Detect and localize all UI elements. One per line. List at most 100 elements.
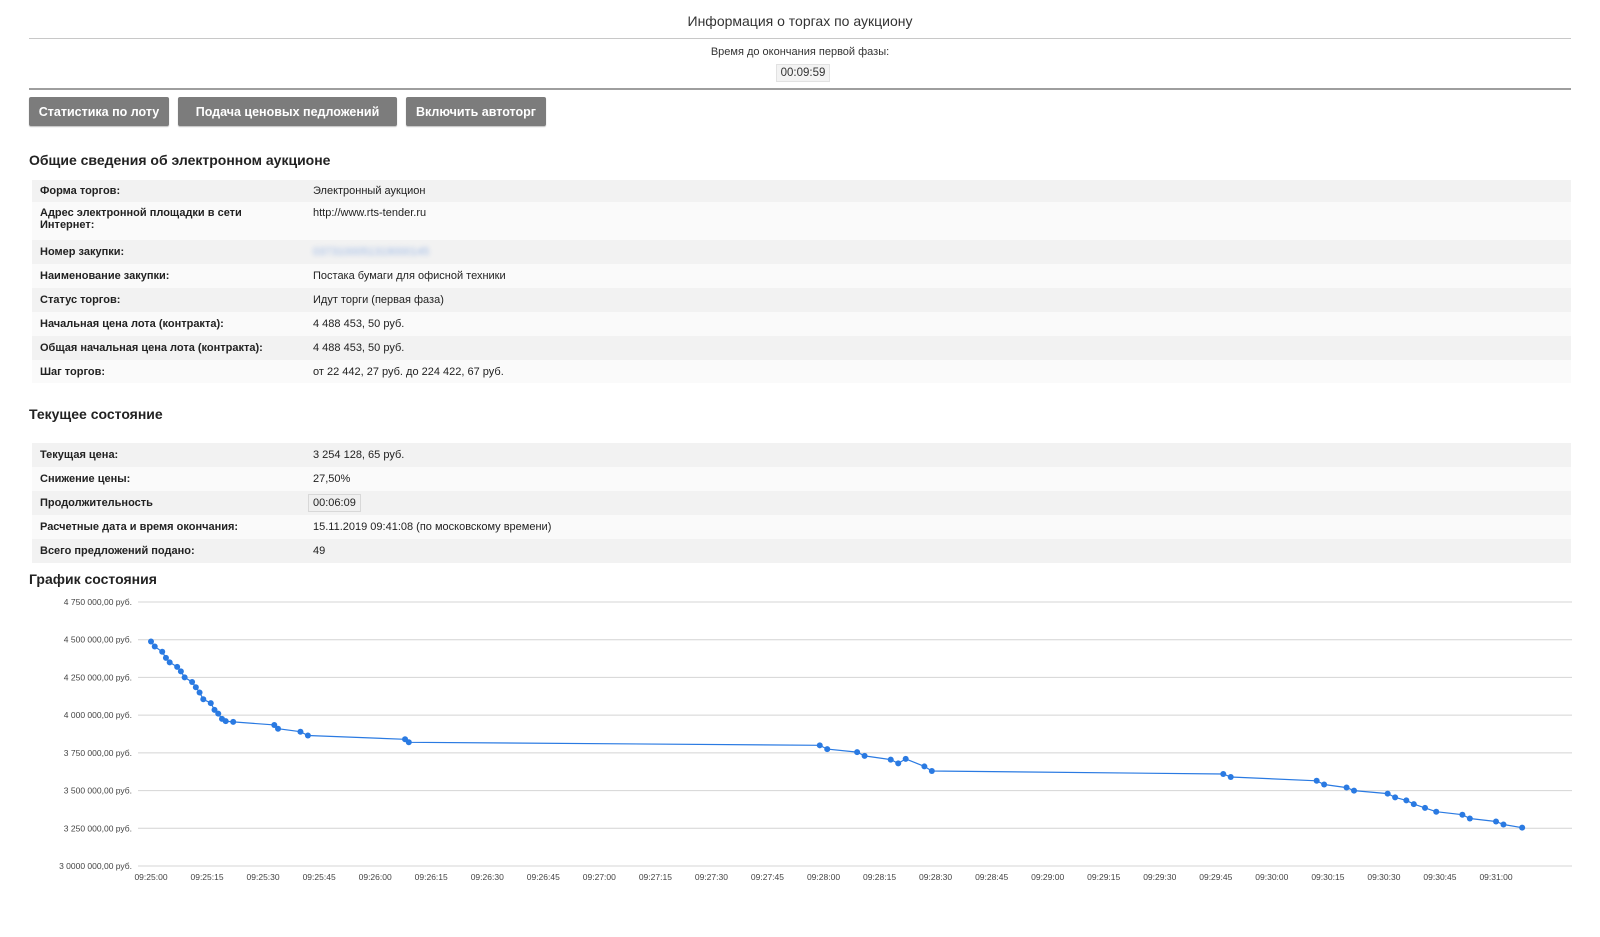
data-point[interactable]	[921, 763, 928, 770]
data-point[interactable]	[189, 678, 196, 685]
x-tick-label: 09:26:15	[415, 872, 448, 882]
data-point[interactable]	[200, 696, 207, 703]
y-tick-label: 4 250 000,00 руб.	[64, 672, 132, 682]
duration-timer: 00:06:09	[308, 494, 361, 512]
data-point[interactable]	[151, 643, 158, 650]
data-point[interactable]	[1384, 790, 1391, 797]
x-tick-label: 09:27:30	[695, 872, 728, 882]
current-state-table: Текущая цена: 3 254 128, 65 руб. Снижени…	[32, 443, 1571, 563]
data-point[interactable]	[1321, 781, 1328, 788]
data-point[interactable]	[159, 648, 166, 655]
x-tick-label: 09:25:45	[303, 872, 336, 882]
row-key: Расчетные дата и время окончания:	[40, 521, 239, 533]
data-point[interactable]	[297, 728, 304, 735]
data-point[interactable]	[1466, 815, 1473, 822]
data-point[interactable]	[928, 767, 935, 774]
row-value: Идут торги (первая фаза)	[313, 294, 444, 306]
y-tick-label: 4 000 000,00 руб.	[64, 710, 132, 720]
row-value: от 22 442, 27 руб. до 224 422, 67 руб.	[313, 365, 504, 378]
x-tick-label: 09:29:00	[1031, 872, 1064, 882]
data-point[interactable]	[1313, 777, 1320, 784]
x-tick-label: 09:27:45	[751, 872, 784, 882]
data-point[interactable]	[1422, 804, 1429, 811]
current-state-heading: Текущее состояние	[29, 406, 163, 422]
y-tick-label: 3 500 000,00 руб.	[64, 786, 132, 796]
data-point[interactable]	[230, 718, 237, 725]
data-point[interactable]	[1410, 801, 1417, 808]
table-row: Номер закупки: 0373100051319000145	[32, 240, 1571, 264]
table-row: Наименование закупки: Постака бумаги для…	[32, 264, 1571, 288]
y-tick-label: 4 500 000,00 руб.	[64, 635, 132, 645]
data-point[interactable]	[816, 742, 823, 749]
x-tick-label: 09:28:30	[919, 872, 952, 882]
lot-statistics-button[interactable]: Статистика по лоту	[29, 97, 169, 126]
table-row: Расчетные дата и время окончания: 15.11.…	[32, 515, 1571, 539]
x-tick-label: 09:26:45	[527, 872, 560, 882]
general-info-table: Форма торгов: Электронный аукцион Адрес …	[32, 180, 1571, 383]
table-row: Статус торгов: Идут торги (первая фаза)	[32, 288, 1571, 312]
data-point[interactable]	[181, 674, 188, 681]
row-value: 4 488 453, 50 руб.	[313, 342, 405, 354]
x-tick-label: 09:28:00	[807, 872, 840, 882]
data-point[interactable]	[275, 725, 282, 732]
row-key: Номер закупки:	[40, 246, 125, 258]
data-point[interactable]	[895, 760, 902, 767]
row-value: 49	[313, 545, 326, 557]
x-tick-label: 09:30:45	[1423, 872, 1456, 882]
page-title: Информация о торгах по аукциону	[687, 13, 913, 29]
data-point[interactable]	[1500, 821, 1507, 828]
data-point[interactable]	[405, 739, 412, 746]
phase-timer: 00:09:59	[776, 64, 830, 82]
data-point[interactable]	[304, 732, 311, 739]
data-point[interactable]	[1220, 770, 1227, 777]
data-point[interactable]	[1433, 808, 1440, 815]
data-point[interactable]	[902, 755, 909, 762]
row-value: Электронный аукцион	[313, 185, 426, 197]
data-point[interactable]	[192, 684, 199, 691]
data-point[interactable]	[1227, 773, 1234, 780]
submit-bids-button[interactable]: Подача ценовых педложений	[178, 97, 397, 126]
x-tick-label: 09:28:15	[863, 872, 896, 882]
row-key: Всего предложений подано:	[40, 545, 195, 557]
data-point[interactable]	[1519, 824, 1526, 831]
enable-autotrade-button[interactable]: Включить автоторг	[406, 97, 546, 126]
data-point[interactable]	[1343, 784, 1350, 791]
data-point[interactable]	[1493, 818, 1499, 825]
data-point[interactable]	[1392, 794, 1399, 801]
data-point[interactable]	[861, 752, 868, 759]
y-tick-label: 3 250 000,00 руб.	[64, 823, 132, 833]
row-key: Снижение цены:	[40, 473, 131, 485]
purchase-number[interactable]: 0373100051319000145	[313, 246, 429, 258]
data-point[interactable]	[854, 749, 861, 756]
row-value: Постака бумаги для офисной техники	[313, 270, 506, 282]
row-value: http://www.rts-tender.ru	[313, 207, 427, 219]
y-tick-label: 4 750 000,00 руб.	[64, 597, 132, 607]
data-point[interactable]	[1403, 797, 1410, 804]
data-point[interactable]	[166, 659, 173, 666]
data-point[interactable]	[148, 638, 154, 645]
row-value: 0373100051319000145	[305, 240, 1571, 264]
timer-divider	[29, 88, 1571, 90]
data-point[interactable]	[887, 756, 894, 763]
chart-heading: График состояния	[29, 571, 157, 587]
data-point[interactable]	[215, 710, 222, 717]
data-point[interactable]	[222, 718, 229, 725]
timer-label: Время до окончания первой фазы:	[710, 46, 890, 58]
x-tick-label: 09:26:30	[471, 872, 504, 882]
x-tick-label: 09:30:15	[1311, 872, 1344, 882]
data-point[interactable]	[824, 746, 831, 753]
x-tick-label: 09:27:15	[639, 872, 672, 882]
x-tick-label: 09:29:45	[1199, 872, 1232, 882]
data-point[interactable]	[207, 700, 214, 707]
row-value: 4 488 453, 50 руб.	[313, 318, 405, 330]
y-tick-label: 3 0000 000,00 руб.	[59, 861, 132, 871]
x-tick-label: 09:25:00	[134, 872, 167, 882]
data-point[interactable]	[177, 668, 184, 675]
y-tick-label: 3 750 000,00 руб.	[64, 748, 132, 758]
data-point[interactable]	[196, 689, 203, 696]
table-row: Снижение цены: 27,50%	[32, 467, 1571, 491]
x-tick-label: 09:25:30	[247, 872, 280, 882]
x-tick-label: 09:31:00	[1479, 872, 1512, 882]
data-point[interactable]	[1459, 811, 1466, 818]
data-point[interactable]	[1351, 787, 1358, 794]
